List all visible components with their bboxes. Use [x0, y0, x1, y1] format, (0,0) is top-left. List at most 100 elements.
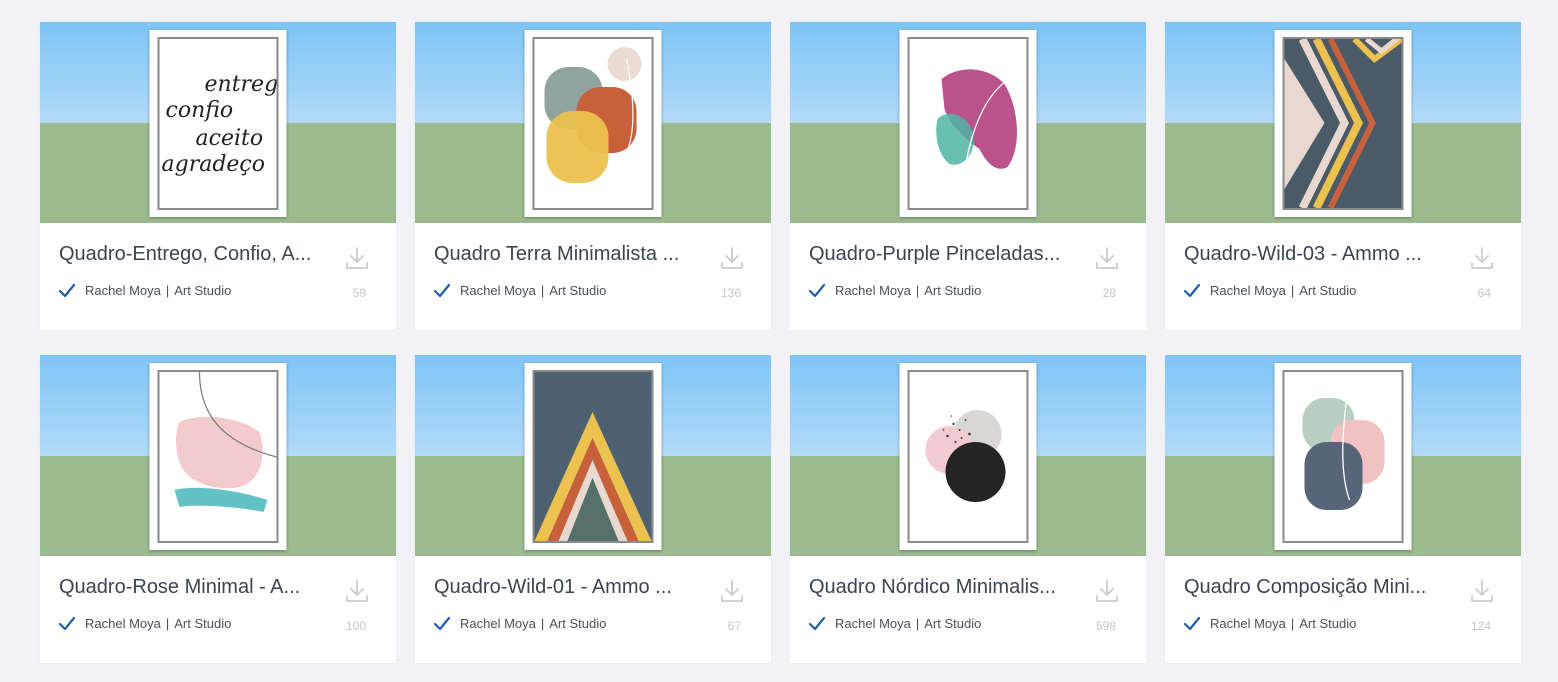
model-thumbnail[interactable]	[415, 22, 771, 223]
author-separator: |	[540, 616, 545, 631]
download-count: 59	[352, 286, 366, 300]
studio-name[interactable]: Art Studio	[174, 616, 231, 631]
model-title[interactable]: Quadro Nórdico Minimalis...	[809, 576, 1074, 599]
download-count: 124	[1470, 619, 1491, 633]
model-title[interactable]: Quadro Composição Mini...	[1184, 576, 1449, 599]
model-card[interactable]: entrego confio aceito agradeço Quadro-En…	[40, 22, 396, 330]
composition-artwork	[1302, 398, 1385, 510]
model-title[interactable]: Quadro-Rose Minimal - A...	[59, 576, 324, 599]
model-card[interactable]: Quadro Terra Minimalista ... Rachel Moya…	[415, 22, 771, 330]
wild-03-artwork	[1284, 39, 1402, 208]
download-count: 136	[720, 286, 741, 300]
model-card[interactable]: Quadro Nórdico Minimalis... Rachel Moya …	[790, 355, 1146, 663]
studio-name[interactable]: Art Studio	[174, 283, 231, 298]
calligraphy-artwork: entrego confio aceito agradeço	[162, 72, 277, 177]
model-card[interactable]: Quadro Composição Mini... Rachel Moya | …	[1165, 355, 1521, 663]
model-title[interactable]: Quadro-Wild-03 - Ammo ...	[1184, 243, 1449, 266]
terra-artwork	[544, 47, 642, 183]
check-icon	[59, 283, 75, 298]
studio-name[interactable]: Art Studio	[549, 283, 606, 298]
picture-frame	[1274, 363, 1412, 550]
model-thumbnail[interactable]	[1165, 355, 1521, 556]
author-row[interactable]: Rachel Moya | Art Studio	[434, 283, 606, 298]
author-separator: |	[165, 616, 170, 631]
download-icon[interactable]	[344, 245, 370, 271]
download-icon[interactable]	[1094, 245, 1120, 271]
artwork-word: agradeço	[162, 152, 266, 177]
model-thumbnail[interactable]: entrego confio aceito agradeço	[40, 22, 396, 223]
check-icon	[434, 283, 450, 298]
check-icon	[1184, 283, 1200, 298]
picture-frame	[149, 363, 287, 550]
purple-artwork	[936, 69, 1017, 175]
model-thumbnail[interactable]	[415, 355, 771, 556]
model-thumbnail[interactable]	[1165, 22, 1521, 223]
picture-frame	[899, 363, 1037, 550]
model-title[interactable]: Quadro Terra Minimalista ...	[434, 243, 699, 266]
model-card[interactable]: Quadro-Rose Minimal - A... Rachel Moya |…	[40, 355, 396, 663]
download-icon[interactable]	[1469, 245, 1495, 271]
author-name[interactable]: Rachel Moya	[460, 616, 536, 631]
author-separator: |	[1290, 283, 1295, 298]
studio-name[interactable]: Art Studio	[1299, 616, 1356, 631]
picture-frame	[524, 363, 662, 550]
author-name[interactable]: Rachel Moya	[1210, 616, 1286, 631]
model-title[interactable]: Quadro-Purple Pinceladas...	[809, 243, 1074, 266]
picture-frame	[1274, 30, 1412, 217]
author-name[interactable]: Rachel Moya	[1210, 283, 1286, 298]
picture-frame	[899, 30, 1037, 217]
model-thumbnail[interactable]	[40, 355, 396, 556]
model-thumbnail[interactable]	[790, 355, 1146, 556]
studio-name[interactable]: Art Studio	[549, 616, 606, 631]
author-row[interactable]: Rachel Moya | Art Studio	[434, 616, 606, 631]
model-title[interactable]: Quadro-Entrego, Confio, A...	[59, 243, 324, 266]
author-row[interactable]: Rachel Moya | Art Studio	[1184, 616, 1356, 631]
model-card[interactable]: Quadro-Wild-03 - Ammo ... Rachel Moya | …	[1165, 22, 1521, 330]
download-icon[interactable]	[719, 578, 745, 604]
picture-frame: entrego confio aceito agradeço	[149, 30, 287, 217]
download-count: 28	[1102, 286, 1116, 300]
model-thumbnail[interactable]	[790, 22, 1146, 223]
studio-name[interactable]: Art Studio	[1299, 283, 1356, 298]
model-card[interactable]: Quadro-Wild-01 - Ammo ... Rachel Moya | …	[415, 355, 771, 663]
author-row[interactable]: Rachel Moya | Art Studio	[809, 616, 981, 631]
download-count: 67	[727, 619, 741, 633]
author-separator: |	[540, 283, 545, 298]
author-name[interactable]: Rachel Moya	[835, 283, 911, 298]
studio-name[interactable]: Art Studio	[924, 616, 981, 631]
author-name[interactable]: Rachel Moya	[835, 616, 911, 631]
author-separator: |	[915, 616, 920, 631]
author-name[interactable]: Rachel Moya	[85, 616, 161, 631]
download-count: 100	[345, 619, 366, 633]
model-grid: entrego confio aceito agradeço Quadro-En…	[40, 22, 1521, 663]
picture-frame	[524, 30, 662, 217]
artwork-word: confio	[166, 98, 234, 123]
author-row[interactable]: Rachel Moya | Art Studio	[59, 283, 231, 298]
nordic-artwork	[925, 410, 1006, 502]
download-icon[interactable]	[1469, 578, 1495, 604]
author-row[interactable]: Rachel Moya | Art Studio	[1184, 283, 1356, 298]
artwork-word: entrego	[205, 72, 277, 97]
download-count: 598	[1095, 619, 1116, 633]
author-separator: |	[165, 283, 170, 298]
author-separator: |	[915, 283, 920, 298]
author-row[interactable]: Rachel Moya | Art Studio	[809, 283, 981, 298]
rose-artwork	[174, 372, 277, 512]
check-icon	[434, 616, 450, 631]
check-icon	[809, 283, 825, 298]
model-title[interactable]: Quadro-Wild-01 - Ammo ...	[434, 576, 699, 599]
download-icon[interactable]	[719, 245, 745, 271]
check-icon	[809, 616, 825, 631]
check-icon	[1184, 616, 1200, 631]
download-icon[interactable]	[1094, 578, 1120, 604]
artwork-word: aceito	[196, 126, 264, 151]
download-count: 64	[1477, 286, 1491, 300]
author-separator: |	[1290, 616, 1295, 631]
author-name[interactable]: Rachel Moya	[460, 283, 536, 298]
model-card[interactable]: Quadro-Purple Pinceladas... Rachel Moya …	[790, 22, 1146, 330]
studio-name[interactable]: Art Studio	[924, 283, 981, 298]
author-row[interactable]: Rachel Moya | Art Studio	[59, 616, 231, 631]
check-icon	[59, 616, 75, 631]
author-name[interactable]: Rachel Moya	[85, 283, 161, 298]
download-icon[interactable]	[344, 578, 370, 604]
